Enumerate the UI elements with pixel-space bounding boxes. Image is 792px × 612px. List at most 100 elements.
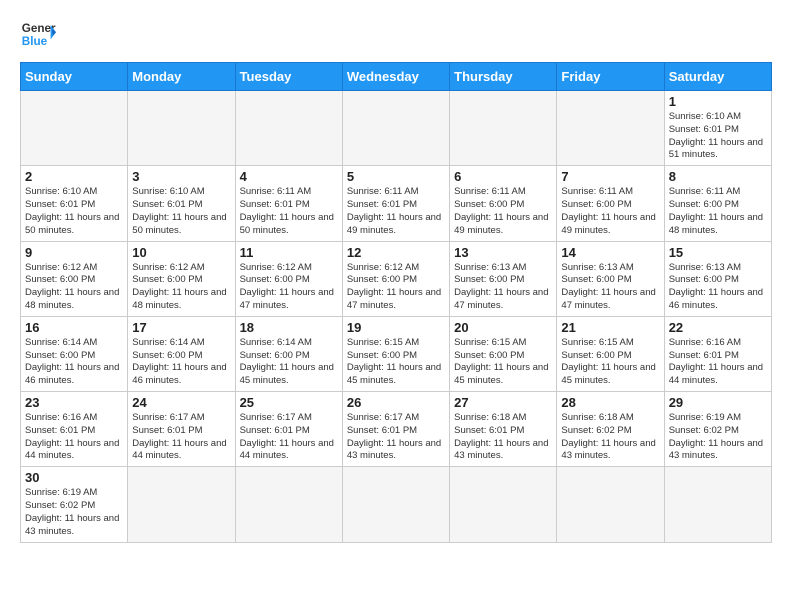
- calendar-day-empty: [21, 91, 128, 166]
- calendar-day-9: 9Sunrise: 6:12 AMSunset: 6:00 PMDaylight…: [21, 241, 128, 316]
- calendar-day-empty: [128, 467, 235, 542]
- day-number: 14: [561, 245, 659, 260]
- day-info: Sunrise: 6:14 AMSunset: 6:00 PMDaylight:…: [240, 337, 338, 388]
- calendar-day-12: 12 Sunrise: 6:12 AMSunset: 6:00 PMDayligh…: [342, 241, 449, 316]
- calendar-day-empty: [557, 91, 664, 166]
- day-number: 24: [132, 395, 230, 410]
- day-number: 23: [25, 395, 123, 410]
- calendar-day-15: 15Sunrise: 6:13 AMSunset: 6:00 PMDayligh…: [664, 241, 771, 316]
- calendar-day-empty: [557, 467, 664, 542]
- day-number: 1: [669, 94, 767, 109]
- weekday-header-saturday: Saturday: [664, 63, 771, 91]
- day-info: Sunrise: 6:15 AMSunset: 6:00 PMDaylight:…: [454, 337, 552, 388]
- day-number: 21: [561, 320, 659, 335]
- calendar-day-3: 3 Sunrise: 6:10 AMSunset: 6:01 PMDaylight…: [128, 166, 235, 241]
- day-number: 11: [240, 245, 338, 260]
- day-number: 18: [240, 320, 338, 335]
- day-number: 9: [25, 245, 123, 260]
- calendar-day-19: 19Sunrise: 6:15 AMSunset: 6:00 PMDayligh…: [342, 316, 449, 391]
- calendar-day-8: 8 Sunrise: 6:11 AMSunset: 6:00 PMDaylight…: [664, 166, 771, 241]
- day-info: Sunrise: 6:13 AMSunset: 6:00 PMDaylight:…: [561, 262, 659, 313]
- weekday-header-friday: Friday: [557, 63, 664, 91]
- day-number: 10: [132, 245, 230, 260]
- day-number: 2: [25, 169, 123, 184]
- calendar-day-29: 29 Sunrise: 6:19 AMSunset: 6:02 PMDayligh…: [664, 392, 771, 467]
- weekday-header-thursday: Thursday: [450, 63, 557, 91]
- calendar-day-empty: [235, 467, 342, 542]
- calendar-day-17: 17Sunrise: 6:14 AMSunset: 6:00 PMDayligh…: [128, 316, 235, 391]
- day-info: Sunrise: 6:18 AMSunset: 6:02 PMDaylight:…: [561, 412, 659, 463]
- day-number: 12: [347, 245, 445, 260]
- day-number: 7: [561, 169, 659, 184]
- day-number: 8: [669, 169, 767, 184]
- day-info: Sunrise: 6:17 AMSunset: 6:01 PMDaylight:…: [132, 412, 230, 463]
- logo-icon: General Blue: [20, 16, 56, 52]
- day-number: 15: [669, 245, 767, 260]
- day-number: 27: [454, 395, 552, 410]
- calendar-row: 1Sunrise: 6:10 AMSunset: 6:01 PMDaylight…: [21, 91, 772, 166]
- day-number: 20: [454, 320, 552, 335]
- day-number: 3: [132, 169, 230, 184]
- calendar-day-1: 1Sunrise: 6:10 AMSunset: 6:01 PMDaylight…: [664, 91, 771, 166]
- page: General Blue SundayMondayTuesdayWednesda…: [0, 0, 792, 563]
- day-number: 16: [25, 320, 123, 335]
- calendar-day-empty: [342, 467, 449, 542]
- calendar-day-empty: [450, 91, 557, 166]
- day-number: 29: [669, 395, 767, 410]
- calendar-day-empty: [342, 91, 449, 166]
- calendar-day-25: 25Sunrise: 6:17 AMSunset: 6:01 PMDayligh…: [235, 392, 342, 467]
- day-info: Sunrise: 6:19 AMSunset: 6:02 PMDaylight:…: [669, 412, 767, 463]
- day-info: Sunrise: 6:18 AMSunset: 6:01 PMDaylight:…: [454, 412, 552, 463]
- day-info: Sunrise: 6:14 AMSunset: 6:00 PMDaylight:…: [25, 337, 123, 388]
- calendar-day-6: 6 Sunrise: 6:11 AMSunset: 6:00 PMDaylight…: [450, 166, 557, 241]
- day-number: 17: [132, 320, 230, 335]
- calendar-day-24: 24 Sunrise: 6:17 AMSunset: 6:01 PMDayligh…: [128, 392, 235, 467]
- day-info: Sunrise: 6:11 AMSunset: 6:00 PMDaylight:…: [454, 186, 552, 237]
- calendar-day-13: 13 Sunrise: 6:13 AMSunset: 6:00 PMDayligh…: [450, 241, 557, 316]
- calendar-day-26: 26Sunrise: 6:17 AMSunset: 6:01 PMDayligh…: [342, 392, 449, 467]
- calendar-day-5: 5Sunrise: 6:11 AMSunset: 6:01 PMDaylight…: [342, 166, 449, 241]
- calendar-day-23: 23Sunrise: 6:16 AMSunset: 6:01 PMDayligh…: [21, 392, 128, 467]
- day-info: Sunrise: 6:11 AMSunset: 6:00 PMDaylight:…: [561, 186, 659, 237]
- calendar-row: 23Sunrise: 6:16 AMSunset: 6:01 PMDayligh…: [21, 392, 772, 467]
- day-number: 28: [561, 395, 659, 410]
- calendar-day-empty: [450, 467, 557, 542]
- day-info: Sunrise: 6:12 AMSunset: 6:00 PMDaylight:…: [132, 262, 230, 313]
- day-info: Sunrise: 6:10 AMSunset: 6:01 PMDaylight:…: [25, 186, 123, 237]
- weekday-header-row: SundayMondayTuesdayWednesdayThursdayFrid…: [21, 63, 772, 91]
- day-info: Sunrise: 6:11 AMSunset: 6:01 PMDaylight:…: [240, 186, 338, 237]
- calendar-day-22: 22 Sunrise: 6:16 AMSunset: 6:01 PMDayligh…: [664, 316, 771, 391]
- day-info: Sunrise: 6:13 AMSunset: 6:00 PMDaylight:…: [454, 262, 552, 313]
- day-number: 4: [240, 169, 338, 184]
- calendar-day-empty: [128, 91, 235, 166]
- calendar-day-27: 27 Sunrise: 6:18 AMSunset: 6:01 PMDayligh…: [450, 392, 557, 467]
- calendar-day-empty: [664, 467, 771, 542]
- calendar-day-7: 7 Sunrise: 6:11 AMSunset: 6:00 PMDaylight…: [557, 166, 664, 241]
- weekday-header-tuesday: Tuesday: [235, 63, 342, 91]
- calendar-day-21: 21Sunrise: 6:15 AMSunset: 6:00 PMDayligh…: [557, 316, 664, 391]
- header: General Blue: [20, 16, 772, 52]
- calendar-row: 9 Sunrise: 6:12 AMSunset: 6:00 PMDaylight…: [21, 241, 772, 316]
- day-info: Sunrise: 6:17 AMSunset: 6:01 PMDaylight:…: [240, 412, 338, 463]
- calendar-day-18: 18 Sunrise: 6:14 AMSunset: 6:00 PMDayligh…: [235, 316, 342, 391]
- day-info: Sunrise: 6:16 AMSunset: 6:01 PMDaylight:…: [669, 337, 767, 388]
- weekday-header-sunday: Sunday: [21, 63, 128, 91]
- calendar-day-14: 14 Sunrise: 6:13 AMSunset: 6:00 PMDayligh…: [557, 241, 664, 316]
- day-number: 26: [347, 395, 445, 410]
- calendar-day-11: 11Sunrise: 6:12 AMSunset: 6:00 PMDayligh…: [235, 241, 342, 316]
- day-info: Sunrise: 6:11 AMSunset: 6:00 PMDaylight:…: [669, 186, 767, 237]
- day-number: 6: [454, 169, 552, 184]
- weekday-header-monday: Monday: [128, 63, 235, 91]
- day-number: 30: [25, 470, 123, 485]
- calendar-day-30: 30Sunrise: 6:19 AMSunset: 6:02 PMDayligh…: [21, 467, 128, 542]
- calendar-day-20: 20 Sunrise: 6:15 AMSunset: 6:00 PMDayligh…: [450, 316, 557, 391]
- day-number: 13: [454, 245, 552, 260]
- day-info: Sunrise: 6:10 AMSunset: 6:01 PMDaylight:…: [132, 186, 230, 237]
- day-info: Sunrise: 6:12 AMSunset: 6:00 PMDaylight:…: [347, 262, 445, 313]
- logo: General Blue: [20, 16, 56, 52]
- day-number: 19: [347, 320, 445, 335]
- calendar-table: SundayMondayTuesdayWednesdayThursdayFrid…: [20, 62, 772, 543]
- day-number: 22: [669, 320, 767, 335]
- calendar-day-10: 10 Sunrise: 6:12 AMSunset: 6:00 PMDayligh…: [128, 241, 235, 316]
- calendar-day-16: 16 Sunrise: 6:14 AMSunset: 6:00 PMDayligh…: [21, 316, 128, 391]
